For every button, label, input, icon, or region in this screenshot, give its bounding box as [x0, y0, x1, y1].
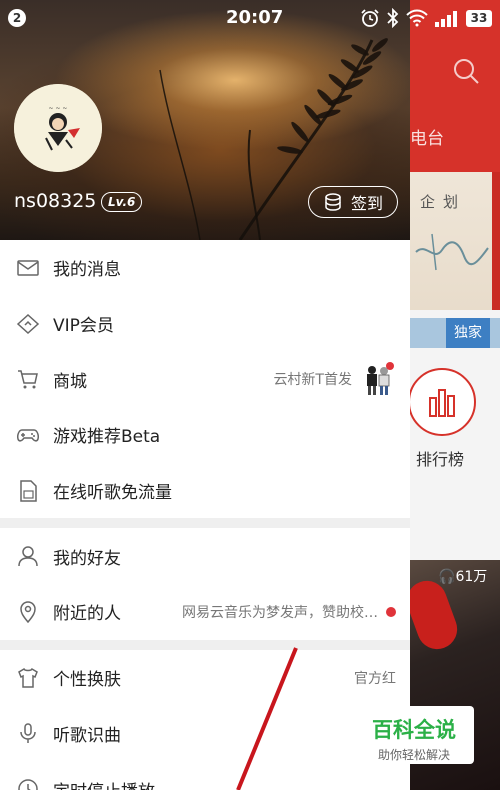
profile-header: ~ ~ ~ ns08325 Lv.6 签到 — [0, 0, 410, 240]
menu-item-song-recognition[interactable]: 听歌识曲 — [0, 706, 410, 762]
drawer-menu: 我的消息 VIP会员 商城 云村新T首发 游戏推荐Beta 在线听歌免流量 我的… — [0, 240, 410, 790]
banner-text: 企划 — [420, 193, 467, 211]
menu-label: 定时停止播放 — [53, 777, 155, 790]
menu-label: 游戏推荐Beta — [53, 427, 161, 448]
status-icons: 33 — [360, 8, 492, 28]
background-tab-radio[interactable]: 电台 — [410, 124, 444, 149]
section-divider — [0, 639, 410, 650]
notification-count: 2 — [8, 9, 26, 27]
menu-label: 个性换肤 — [53, 670, 121, 691]
wifi-icon — [406, 9, 428, 27]
nearby-promo: 网易云音乐为梦发声，赞助校… — [182, 602, 396, 622]
banner-stripe — [492, 172, 500, 310]
username[interactable]: ns08325 — [14, 190, 96, 212]
menu-label: 在线听歌免流量 — [53, 483, 172, 504]
promo-thumbnail — [360, 361, 396, 398]
menu-label: 商城 — [53, 371, 87, 392]
bluetooth-icon — [387, 8, 399, 28]
chart-bars-icon — [429, 389, 455, 417]
rank-label: 排行榜 — [416, 450, 465, 469]
notification-dot — [386, 606, 396, 617]
promo-text: 网易云音乐为梦发声，赞助校… — [182, 604, 378, 621]
skin-name: 官方红 — [354, 670, 396, 687]
mail-icon — [17, 260, 39, 276]
menu-label: 我的消息 — [53, 260, 121, 281]
watermark-subtitle: 助你轻松解决 — [377, 748, 450, 762]
cart-icon — [18, 370, 38, 389]
menu-item-games[interactable]: 游戏推荐Beta — [0, 407, 410, 463]
section-divider — [0, 518, 410, 529]
battery-icon: 33 — [466, 9, 492, 27]
watermark-title: 百科全说 — [372, 718, 456, 742]
menu-label: VIP会员 — [53, 316, 114, 337]
coin-stack-icon — [325, 193, 341, 211]
location-icon — [20, 601, 36, 624]
diamond-icon — [16, 313, 40, 334]
skin-current: 官方红 — [354, 668, 396, 688]
clock: 20:07 — [226, 7, 284, 28]
mic-icon — [20, 723, 36, 744]
banner-calligraphy — [415, 233, 489, 271]
menu-item-free-data[interactable]: 在线听歌免流量 — [0, 463, 410, 519]
menu-item-store[interactable]: 商城 云村新T首发 — [0, 351, 410, 407]
alarm-icon — [361, 9, 379, 27]
store-promo: 云村新T首发 — [273, 361, 396, 398]
status-bar: 2 20:07 33 — [0, 0, 500, 36]
headphones-icon: 🎧 — [438, 569, 456, 585]
signal-icon — [435, 11, 457, 27]
rank-button[interactable] — [408, 368, 476, 436]
menu-label: 我的好友 — [53, 548, 121, 569]
gamepad-icon — [17, 429, 39, 442]
menu-item-friends[interactable]: 我的好友 — [0, 528, 410, 584]
person-icon — [18, 546, 38, 567]
promo-text: 云村新T首发 — [273, 372, 352, 389]
signin-button[interactable]: 签到 — [308, 186, 398, 218]
svg-text:~ ~ ~: ~ ~ ~ — [49, 105, 68, 112]
menu-item-skin[interactable]: 个性换肤 官方红 — [0, 650, 410, 706]
menu-item-nearby[interactable]: 附近的人 网易云音乐为梦发声，赞助校… — [0, 584, 410, 640]
exclusive-badge: 独家 — [446, 318, 490, 348]
side-drawer: ~ ~ ~ ns08325 Lv.6 签到 我的消息 VIP会员 商城 云村新T… — [0, 0, 410, 790]
watermark: 百科全说 助你轻松解决 — [354, 706, 474, 764]
menu-label: 附近的人 — [53, 604, 121, 625]
avatar[interactable]: ~ ~ ~ — [14, 84, 102, 172]
level-badge: Lv.6 — [101, 192, 143, 212]
search-icon[interactable] — [452, 57, 480, 85]
clock-icon — [18, 779, 38, 790]
signin-label: 签到 — [350, 194, 383, 213]
menu-item-sleep-timer[interactable]: 定时停止播放 — [0, 761, 410, 790]
play-count: 🎧61万 — [438, 569, 488, 585]
menu-item-messages[interactable]: 我的消息 — [0, 240, 410, 296]
sim-card-icon — [20, 479, 37, 502]
menu-label: 听歌识曲 — [53, 725, 121, 746]
cartoon-avatar: ~ ~ ~ — [14, 84, 102, 172]
menu-item-vip[interactable]: VIP会员 — [0, 296, 410, 352]
tshirt-icon — [18, 667, 38, 688]
